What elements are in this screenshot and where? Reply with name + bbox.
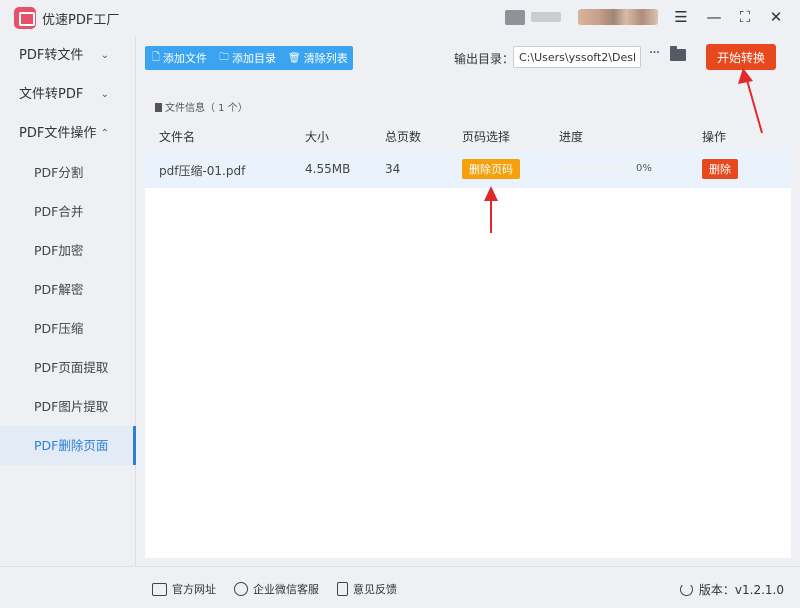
chevron-down-icon: ⌄ [100, 89, 109, 100]
column-size: 大小 [305, 130, 330, 144]
clear-list-label: 清除列表 [303, 52, 348, 65]
table-row[interactable]: pdf压缩-01.pdf 4.55MB 34 删除页码 0% 删除 [145, 150, 791, 188]
sidebar: PDF转文件 ⌄ 文件转PDF ⌄ PDF文件操作 ⌃ PDF分割 PDF合并 … [0, 36, 136, 566]
official-website-link[interactable]: 官方网址 [152, 581, 216, 597]
file-info: 文件信息（ 1 个） [155, 99, 248, 114]
chat-icon [234, 582, 248, 596]
wechat-support-link[interactable]: 企业微信客服 [234, 581, 319, 597]
clear-list-button[interactable]: 🗑 清除列表 [281, 46, 353, 70]
sidebar-item-pdf-compress[interactable]: PDF压缩 [0, 309, 135, 348]
blurred-user-avatar [505, 10, 525, 25]
output-dir-input[interactable] [513, 46, 641, 68]
file-toolbar: 🗋 添加文件 🗀 添加目录 🗑 清除列表 [145, 46, 353, 70]
add-file-label: 添加文件 [163, 52, 208, 65]
progress-percent: 0% [636, 163, 652, 174]
sidebar-group-label: PDF转文件 [19, 48, 84, 63]
file-pages: 34 [385, 162, 401, 176]
sidebar-item-pdf-delete-pages[interactable]: PDF删除页面 [0, 426, 136, 465]
close-icon[interactable]: ✕ [764, 6, 788, 28]
delete-page-numbers-button[interactable]: 删除页码 [462, 159, 520, 179]
footer: 官方网址 企业微信客服 意见反馈 版本：v1.2.1.0 [0, 566, 800, 608]
column-name: 文件名 [159, 130, 196, 144]
wechat-support-label: 企业微信客服 [253, 583, 319, 596]
blurred-user-name [531, 12, 561, 22]
feedback-label: 意见反馈 [353, 583, 397, 596]
column-pages: 总页数 [385, 130, 422, 144]
sidebar-group-pdf-to-file[interactable]: PDF转文件 ⌄ [0, 36, 135, 75]
column-action: 操作 [702, 130, 727, 144]
app-logo-icon [14, 7, 36, 29]
website-icon [152, 582, 167, 596]
version-label: 版本：v1.2.1.0 [698, 583, 784, 597]
sidebar-group-label: PDF文件操作 [19, 126, 97, 141]
sidebar-group-label: 文件转PDF [19, 87, 84, 102]
sidebar-item-pdf-decrypt[interactable]: PDF解密 [0, 270, 135, 309]
feedback-icon [337, 582, 348, 596]
table-header: 文件名 大小 总页数 页码选择 进度 操作 [145, 120, 791, 150]
file-info-header: 文件信息（ 1 个） [145, 90, 791, 120]
chevron-down-icon: ⌄ [100, 50, 109, 61]
app-title: 优速PDF工厂 [42, 13, 120, 28]
sidebar-item-pdf-image-extract[interactable]: PDF图片提取 [0, 387, 135, 426]
progress-bar [559, 164, 627, 174]
title-bar: 优速PDF工厂 ☰ — ⛶ ✕ [0, 0, 800, 36]
maximize-icon[interactable]: ⛶ [733, 6, 757, 28]
add-folder-label: 添加目录 [232, 52, 277, 65]
sidebar-item-pdf-encrypt[interactable]: PDF加密 [0, 231, 135, 270]
file-list-panel: 文件信息（ 1 个） 文件名 大小 总页数 页码选择 进度 操作 pdf压缩-0… [145, 90, 791, 558]
column-progress: 进度 [559, 130, 584, 144]
output-dir-label: 输出目录： [454, 52, 515, 66]
minimize-icon[interactable]: — [702, 6, 726, 28]
main-area: 🗋 添加文件 🗀 添加目录 🗑 清除列表 输出目录： ··· 开始转换 文件信息… [136, 36, 800, 566]
file-name: pdf压缩-01.pdf [159, 164, 246, 178]
feedback-link[interactable]: 意见反馈 [337, 581, 397, 597]
add-folder-button[interactable]: 🗀 添加目录 [212, 46, 281, 70]
more-options-icon[interactable]: ··· [646, 45, 662, 65]
menu-icon[interactable]: ☰ [669, 6, 693, 28]
folder-outline-icon: 🗀 [219, 51, 230, 63]
folder-icon[interactable] [670, 46, 686, 61]
file-icon: 🗋 [152, 51, 161, 63]
sidebar-item-pdf-merge[interactable]: PDF合并 [0, 192, 135, 231]
add-file-button[interactable]: 🗋 添加文件 [145, 46, 212, 70]
file-size: 4.55MB [305, 162, 351, 176]
start-convert-button[interactable]: 开始转换 [706, 44, 776, 70]
trash-icon: 🗑 [288, 52, 301, 64]
blurred-account-info [578, 9, 658, 25]
sidebar-group-pdf-operations[interactable]: PDF文件操作 ⌃ [0, 114, 135, 153]
sidebar-item-pdf-page-extract[interactable]: PDF页面提取 [0, 348, 135, 387]
delete-file-button[interactable]: 删除 [702, 159, 738, 179]
chevron-up-icon: ⌃ [100, 128, 109, 139]
refresh-icon [679, 583, 693, 596]
document-icon [155, 103, 162, 112]
sidebar-group-file-to-pdf[interactable]: 文件转PDF ⌄ [0, 75, 135, 114]
version-info[interactable]: 版本：v1.2.1.0 [679, 581, 784, 598]
column-page-select: 页码选择 [462, 130, 511, 144]
file-info-count: 文件信息（ 1 个） [165, 103, 248, 114]
official-website-label: 官方网址 [172, 583, 216, 596]
sidebar-item-pdf-split[interactable]: PDF分割 [0, 153, 135, 192]
